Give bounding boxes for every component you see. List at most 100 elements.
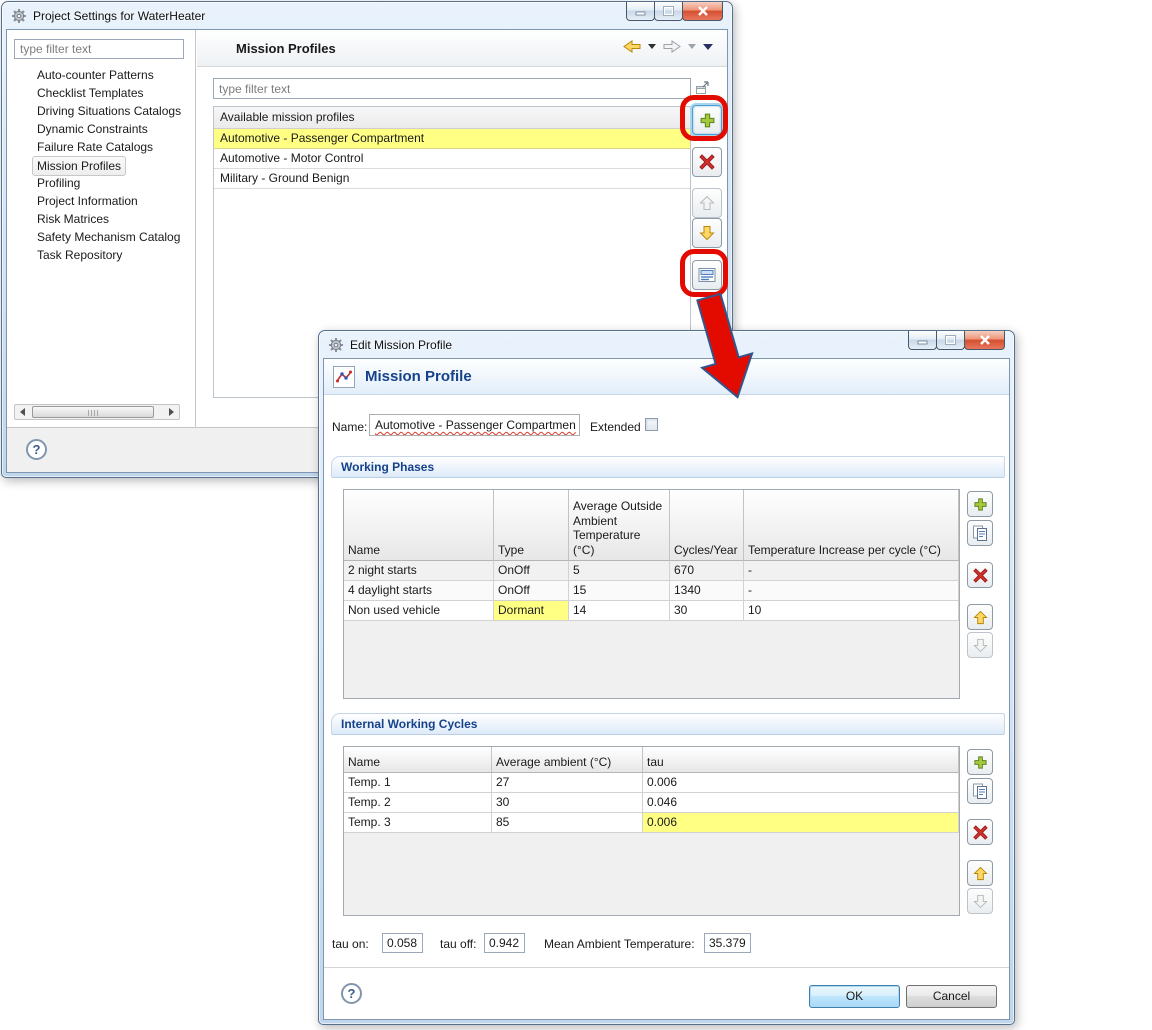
window2-titlebar[interactable]: Edit Mission Profile	[319, 331, 1014, 358]
table-cell[interactable]: 1340	[670, 581, 744, 601]
back-icon[interactable]	[623, 40, 641, 53]
forward-history-caret-icon[interactable]	[688, 44, 696, 49]
table-cell[interactable]: OnOff	[494, 561, 569, 581]
table-cell[interactable]: -	[744, 561, 959, 581]
tree-item-project-information[interactable]: Project Information	[7, 192, 195, 210]
column-header: Average ambient (°C)	[492, 747, 643, 773]
profile-row-passenger-compartment[interactable]: Automotive - Passenger Compartment	[214, 129, 690, 149]
tree-item-auto-counter-patterns[interactable]: Auto-counter Patterns	[7, 66, 195, 84]
mean-temp-field[interactable]: 35.379	[704, 933, 751, 953]
panel-header: Mission Profiles	[197, 30, 727, 67]
window2-body: Mission Profile Name: Automotive - Passe…	[323, 358, 1010, 1020]
annotation-circle-add-button	[680, 95, 728, 141]
profiles-filter-input[interactable]	[213, 78, 691, 99]
cancel-button[interactable]: Cancel	[906, 985, 997, 1008]
tree-item-checklist-templates[interactable]: Checklist Templates	[7, 84, 195, 102]
profile-row-motor-control[interactable]: Automotive - Motor Control	[214, 149, 690, 169]
help-icon[interactable]: ?	[26, 439, 47, 460]
table-cell[interactable]: 10	[744, 601, 959, 621]
table-cell[interactable]: 0.046	[643, 793, 959, 813]
ok-button[interactable]: OK	[809, 985, 900, 1008]
table-cell[interactable]: 0.006	[643, 773, 959, 793]
table-cell[interactable]: 670	[670, 561, 744, 581]
tree-item-profiling[interactable]: Profiling	[7, 174, 195, 192]
maximize-button[interactable]	[654, 2, 683, 21]
window1-titlebar[interactable]: Project Settings for WaterHeater	[2, 2, 732, 29]
horizontal-scrollbar[interactable]	[14, 404, 180, 420]
window1-title: Project Settings for WaterHeater	[33, 8, 206, 23]
form-title: Mission Profile	[365, 368, 472, 385]
table-cell[interactable]: 5	[569, 561, 670, 581]
extended-checkbox[interactable]	[645, 418, 658, 431]
copy-phase-button[interactable]	[967, 520, 993, 546]
tree-item-risk-matrices[interactable]: Risk Matrices	[7, 210, 195, 228]
copy-icon	[973, 783, 987, 799]
table-cell[interactable]: 27	[492, 773, 643, 793]
table-cell[interactable]: OnOff	[494, 581, 569, 601]
extended-label: Extended	[590, 420, 641, 434]
table-cell-highlighted[interactable]: 0.006	[643, 813, 959, 833]
table-cell[interactable]: 15	[569, 581, 670, 601]
minimize-button[interactable]	[908, 331, 937, 350]
arrow-up-icon	[972, 610, 988, 624]
internal-cycles-table: Name Average ambient (°C) tau Temp. 1 27…	[343, 746, 960, 916]
tree-item-driving-situations-catalogs[interactable]: Driving Situations Catalogs	[7, 102, 195, 120]
table-row: Temp. 3 85 0.006	[344, 813, 959, 833]
scrollbar-thumb[interactable]	[32, 406, 154, 418]
internal-cycles-section-header: Internal Working Cycles	[331, 713, 1005, 735]
move-cycle-up-button[interactable]	[967, 860, 993, 886]
tree-item-dynamic-constraints[interactable]: Dynamic Constraints	[7, 120, 195, 138]
delete-profile-button[interactable]	[692, 147, 722, 177]
tree-item-failure-rate-catalogs[interactable]: Failure Rate Catalogs	[7, 138, 195, 156]
annotation-circle-edit-button	[680, 249, 728, 297]
maximize-button[interactable]	[936, 331, 965, 350]
move-profile-up-button[interactable]	[692, 188, 722, 218]
table-cell[interactable]: 14	[569, 601, 670, 621]
move-phase-down-button[interactable]	[967, 632, 993, 658]
table-cell[interactable]: Temp. 1	[344, 773, 492, 793]
plus-icon	[973, 497, 987, 511]
tree-item-mission-profiles[interactable]: Mission Profiles	[7, 156, 195, 176]
table-cell[interactable]: 85	[492, 813, 643, 833]
add-cycle-button[interactable]	[967, 749, 993, 775]
tau-on-field[interactable]: 0.058	[382, 933, 423, 953]
table-row: Temp. 2 30 0.046	[344, 793, 959, 813]
move-profile-down-button[interactable]	[692, 218, 722, 248]
back-history-caret-icon[interactable]	[648, 44, 656, 49]
sidebar-filter-input[interactable]	[14, 39, 184, 59]
arrow-down-icon	[972, 638, 988, 652]
scroll-left-arrow[interactable]	[15, 405, 30, 419]
scroll-right-arrow[interactable]	[164, 405, 179, 419]
table-cell[interactable]: -	[744, 581, 959, 601]
add-phase-button[interactable]	[967, 491, 993, 517]
table-cell[interactable]: Temp. 3	[344, 813, 492, 833]
forward-icon[interactable]	[663, 40, 681, 53]
tau-off-label: tau off:	[440, 937, 477, 951]
delete-cycle-button[interactable]	[967, 819, 993, 845]
table-cell[interactable]: Non used vehicle	[344, 601, 494, 621]
tree-item-safety-mechanism-catalog[interactable]: Safety Mechanism Catalog	[7, 228, 195, 246]
name-field[interactable]: Automotive - Passenger Compartmen	[369, 414, 580, 436]
table-cell[interactable]: 30	[670, 601, 744, 621]
move-cycle-down-button[interactable]	[967, 888, 993, 914]
plus-icon	[973, 755, 987, 769]
filter-toggle-icon[interactable]	[695, 80, 710, 95]
view-menu-caret-icon[interactable]	[703, 43, 713, 50]
help-icon[interactable]: ?	[341, 983, 362, 1004]
minimize-button[interactable]	[626, 2, 655, 21]
tree-item-task-repository[interactable]: Task Repository	[7, 246, 195, 264]
profile-row-ground-benign[interactable]: Military - Ground Benign	[214, 169, 690, 189]
close-button[interactable]	[964, 331, 1005, 350]
delete-phase-button[interactable]	[967, 562, 993, 588]
table-cell-highlighted[interactable]: Dormant	[494, 601, 569, 621]
table-cell[interactable]: 30	[492, 793, 643, 813]
close-button[interactable]	[682, 2, 723, 21]
move-phase-up-button[interactable]	[967, 604, 993, 630]
working-phases-table: Name Type Average Outside Ambient Temper…	[343, 489, 960, 699]
tau-off-field[interactable]: 0.942	[484, 933, 525, 953]
table-cell[interactable]: Temp. 2	[344, 793, 492, 813]
copy-cycle-button[interactable]	[967, 778, 993, 804]
annotation-arrow	[696, 293, 754, 399]
table-cell[interactable]: 4 daylight starts	[344, 581, 494, 601]
table-cell[interactable]: 2 night starts	[344, 561, 494, 581]
